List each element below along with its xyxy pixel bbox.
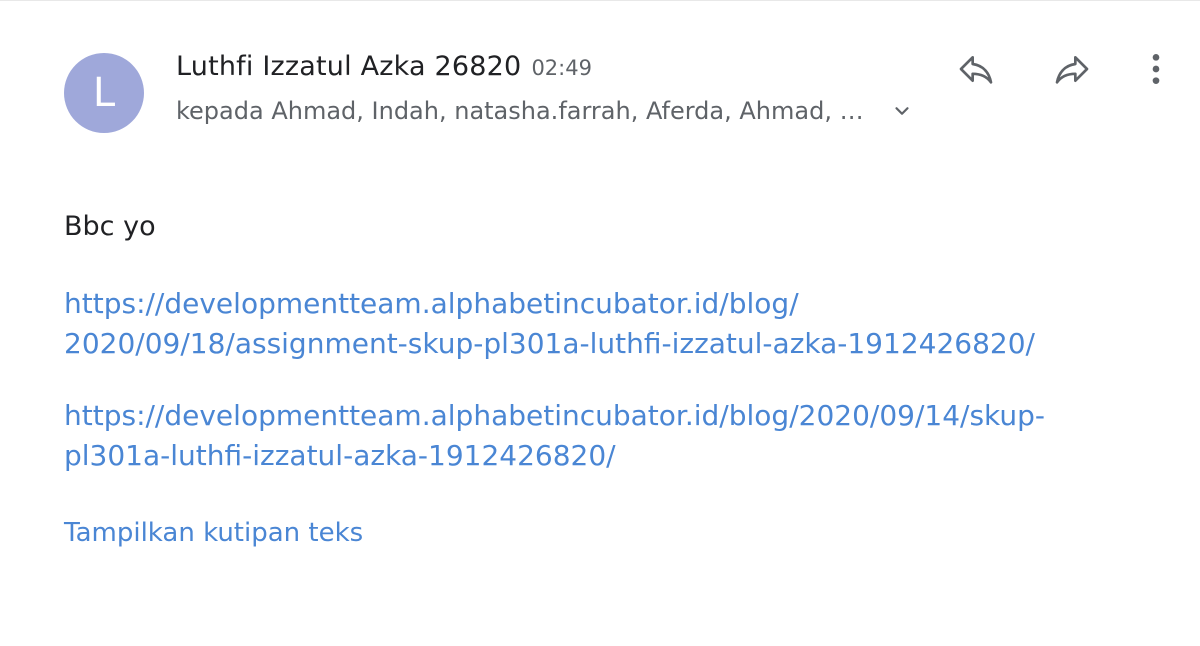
sender-line: Luthfi Izzatul Azka 26820 02:49 bbox=[176, 51, 592, 82]
message-link[interactable]: https://developmentteam.alphabetincubato… bbox=[64, 284, 1035, 364]
sender-name[interactable]: Luthfi Izzatul Azka 26820 bbox=[176, 51, 521, 82]
recipients-summary[interactable]: kepada Ahmad, Indah, natasha.farrah, Afe… bbox=[176, 97, 864, 125]
show-quoted-text-link[interactable]: Tampilkan kutipan teks bbox=[64, 518, 363, 548]
email-message-view: L Luthfi Izzatul Azka 26820 02:49 kepada… bbox=[0, 0, 1200, 646]
link-line: https://developmentteam.alphabetincubato… bbox=[64, 399, 1046, 432]
reply-button[interactable] bbox=[952, 47, 1000, 95]
avatar[interactable]: L bbox=[64, 53, 144, 133]
forward-button[interactable] bbox=[1048, 47, 1096, 95]
message-link[interactable]: https://developmentteam.alphabetincubato… bbox=[64, 396, 1045, 476]
more-vert-icon bbox=[1136, 49, 1176, 94]
message-actions bbox=[952, 47, 1180, 95]
link-line: pl301a-luthfi-izzatul-azka-1912426820/ bbox=[64, 439, 616, 472]
reply-icon bbox=[956, 49, 996, 94]
link-line: 2020/09/18/assignment-skup-pl301a-luthfi… bbox=[64, 327, 1035, 360]
chevron-down-icon[interactable] bbox=[890, 99, 914, 123]
forward-icon bbox=[1052, 49, 1092, 94]
message-body-text: Bbc yo bbox=[64, 211, 156, 242]
recipients-row[interactable]: kepada Ahmad, Indah, natasha.farrah, Afe… bbox=[176, 97, 914, 125]
link-line: https://developmentteam.alphabetincubato… bbox=[64, 287, 799, 320]
more-options-button[interactable] bbox=[1132, 47, 1180, 95]
avatar-initial: L bbox=[92, 70, 116, 116]
timestamp: 02:49 bbox=[531, 56, 592, 80]
